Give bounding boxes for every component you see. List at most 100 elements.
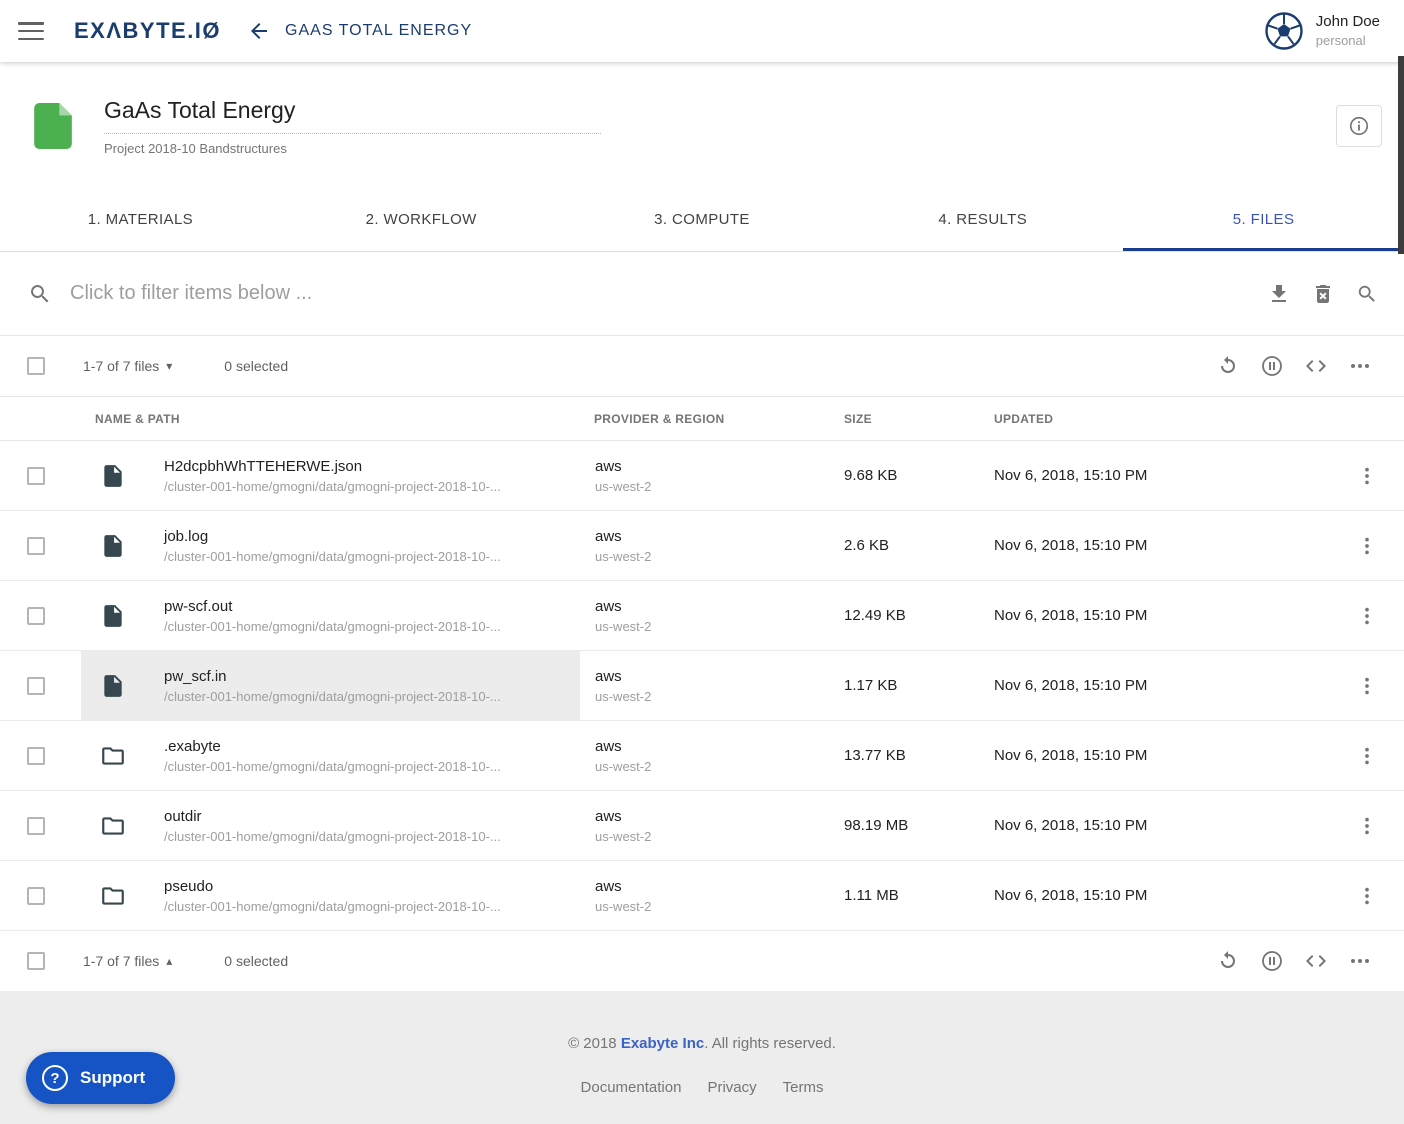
table-row[interactable]: outdir /cluster-001-home/gmogni/data/gmo…: [0, 791, 1404, 861]
pause-icon[interactable]: [1260, 949, 1284, 973]
footer-link-terms[interactable]: Terms: [783, 1079, 824, 1096]
file-path: /cluster-001-home/gmogni/data/gmogni-pro…: [164, 899, 501, 914]
region: us-west-2: [595, 899, 830, 914]
back-arrow-icon[interactable]: [247, 19, 271, 43]
support-button[interactable]: ? Support: [26, 1052, 175, 1104]
tab-materials[interactable]: 1. MATERIALS: [0, 190, 281, 251]
refresh-icon[interactable]: [1216, 354, 1240, 378]
project-subtitle: Project 2018-10 Bandstructures: [104, 141, 601, 156]
tab-label: 1. MATERIALS: [88, 211, 193, 228]
download-icon[interactable]: [1267, 282, 1291, 306]
tab-files[interactable]: 5. FILES: [1123, 190, 1404, 251]
name-path-cell[interactable]: .exabyte /cluster-001-home/gmogni/data/g…: [81, 721, 580, 790]
provider: aws: [595, 668, 830, 685]
file-size: 98.19 MB: [830, 817, 980, 834]
file-size: 2.6 KB: [830, 537, 980, 554]
column-header-updated[interactable]: UPDATED: [980, 412, 1330, 426]
tab-compute[interactable]: 3. COMPUTE: [562, 190, 843, 251]
job-document-icon: [34, 103, 72, 149]
provider: aws: [595, 598, 830, 615]
tab-workflow[interactable]: 2. WORKFLOW: [281, 190, 562, 251]
file-path: /cluster-001-home/gmogni/data/gmogni-pro…: [164, 759, 501, 774]
file-size: 9.68 KB: [830, 467, 980, 484]
table-row[interactable]: pw-scf.out /cluster-001-home/gmogni/data…: [0, 581, 1404, 651]
folder-icon: [100, 883, 126, 909]
file-size: 12.49 KB: [830, 607, 980, 624]
file-updated: Nov 6, 2018, 15:10 PM: [980, 607, 1330, 624]
table-row[interactable]: .exabyte /cluster-001-home/gmogni/data/g…: [0, 721, 1404, 791]
file-table-body: H2dcpbhWhTTEHERWE.json /cluster-001-home…: [0, 441, 1404, 931]
name-path-cell[interactable]: outdir /cluster-001-home/gmogni/data/gmo…: [81, 791, 580, 860]
avatar[interactable]: [1264, 11, 1304, 51]
table-row[interactable]: H2dcpbhWhTTEHERWE.json /cluster-001-home…: [0, 441, 1404, 511]
row-menu-icon[interactable]: [1355, 534, 1379, 558]
select-all-checkbox-bottom[interactable]: [27, 952, 45, 970]
table-row[interactable]: pseudo /cluster-001-home/gmogni/data/gmo…: [0, 861, 1404, 931]
file-name: pw-scf.out: [164, 598, 501, 615]
select-all-checkbox[interactable]: [27, 357, 45, 375]
filter-input[interactable]: [70, 282, 1267, 305]
file-size: 1.17 KB: [830, 677, 980, 694]
support-label: Support: [80, 1068, 145, 1088]
row-menu-icon[interactable]: [1355, 674, 1379, 698]
row-checkbox[interactable]: [27, 747, 45, 765]
file-name: job.log: [164, 528, 501, 545]
folder-icon: [100, 813, 126, 839]
more-icon[interactable]: [1348, 354, 1372, 378]
column-header-provider[interactable]: PROVIDER & REGION: [580, 412, 830, 426]
file-name: pw_scf.in: [164, 668, 501, 685]
table-row[interactable]: job.log /cluster-001-home/gmogni/data/gm…: [0, 511, 1404, 581]
delete-icon[interactable]: [1311, 282, 1335, 306]
caret-up-icon[interactable]: ▴: [166, 954, 172, 968]
file-name: H2dcpbhWhTTEHERWE.json: [164, 458, 501, 475]
name-path-cell[interactable]: job.log /cluster-001-home/gmogni/data/gm…: [81, 511, 580, 580]
folder-icon: [100, 743, 126, 769]
file-icon: [100, 463, 126, 489]
row-checkbox[interactable]: [27, 607, 45, 625]
selected-count-bottom: 0 selected: [224, 953, 288, 969]
name-path-cell[interactable]: pw-scf.out /cluster-001-home/gmogni/data…: [81, 581, 580, 650]
name-path-cell[interactable]: pw_scf.in /cluster-001-home/gmogni/data/…: [81, 651, 580, 720]
more-icon[interactable]: [1348, 949, 1372, 973]
column-header-size[interactable]: SIZE: [830, 412, 980, 426]
row-menu-icon[interactable]: [1355, 814, 1379, 838]
row-checkbox[interactable]: [27, 467, 45, 485]
name-path-cell[interactable]: pseudo /cluster-001-home/gmogni/data/gmo…: [81, 861, 580, 930]
footer-link-privacy[interactable]: Privacy: [707, 1079, 756, 1096]
row-checkbox[interactable]: [27, 817, 45, 835]
file-icon: [100, 533, 126, 559]
table-header: NAME & PATH PROVIDER & REGION SIZE UPDAT…: [0, 396, 1404, 441]
code-icon[interactable]: [1304, 354, 1328, 378]
file-name: pseudo: [164, 878, 501, 895]
tab-results[interactable]: 4. RESULTS: [842, 190, 1123, 251]
code-icon[interactable]: [1304, 949, 1328, 973]
logo[interactable]: EXΛBYTE.IØ: [74, 18, 221, 44]
pause-icon[interactable]: [1260, 354, 1284, 378]
row-checkbox[interactable]: [27, 887, 45, 905]
caret-down-icon[interactable]: ▾: [166, 359, 172, 373]
info-button[interactable]: [1336, 105, 1382, 147]
row-menu-icon[interactable]: [1355, 884, 1379, 908]
region: us-west-2: [595, 759, 830, 774]
files-count[interactable]: 1-7 of 7 files: [83, 358, 159, 374]
row-checkbox[interactable]: [27, 537, 45, 555]
scrollbar[interactable]: [1398, 56, 1404, 254]
row-menu-icon[interactable]: [1355, 744, 1379, 768]
user-name[interactable]: John Doe: [1316, 12, 1380, 32]
refresh-icon[interactable]: [1216, 949, 1240, 973]
files-count-bottom[interactable]: 1-7 of 7 files: [83, 953, 159, 969]
menu-icon[interactable]: [18, 22, 44, 40]
company-link[interactable]: Exabyte Inc: [621, 1035, 704, 1052]
job-header: GaAs Total Energy Project 2018-10 Bandst…: [0, 62, 1404, 190]
name-path-cell[interactable]: H2dcpbhWhTTEHERWE.json /cluster-001-home…: [81, 441, 580, 510]
tab-label: 5. FILES: [1233, 211, 1295, 228]
search-action-icon[interactable]: [1355, 282, 1379, 306]
row-menu-icon[interactable]: [1355, 604, 1379, 628]
row-checkbox[interactable]: [27, 677, 45, 695]
file-path: /cluster-001-home/gmogni/data/gmogni-pro…: [164, 689, 501, 704]
column-header-name[interactable]: NAME & PATH: [81, 412, 580, 426]
row-menu-icon[interactable]: [1355, 464, 1379, 488]
footer-link-documentation[interactable]: Documentation: [581, 1079, 682, 1096]
provider: aws: [595, 458, 830, 475]
table-row[interactable]: pw_scf.in /cluster-001-home/gmogni/data/…: [0, 651, 1404, 721]
